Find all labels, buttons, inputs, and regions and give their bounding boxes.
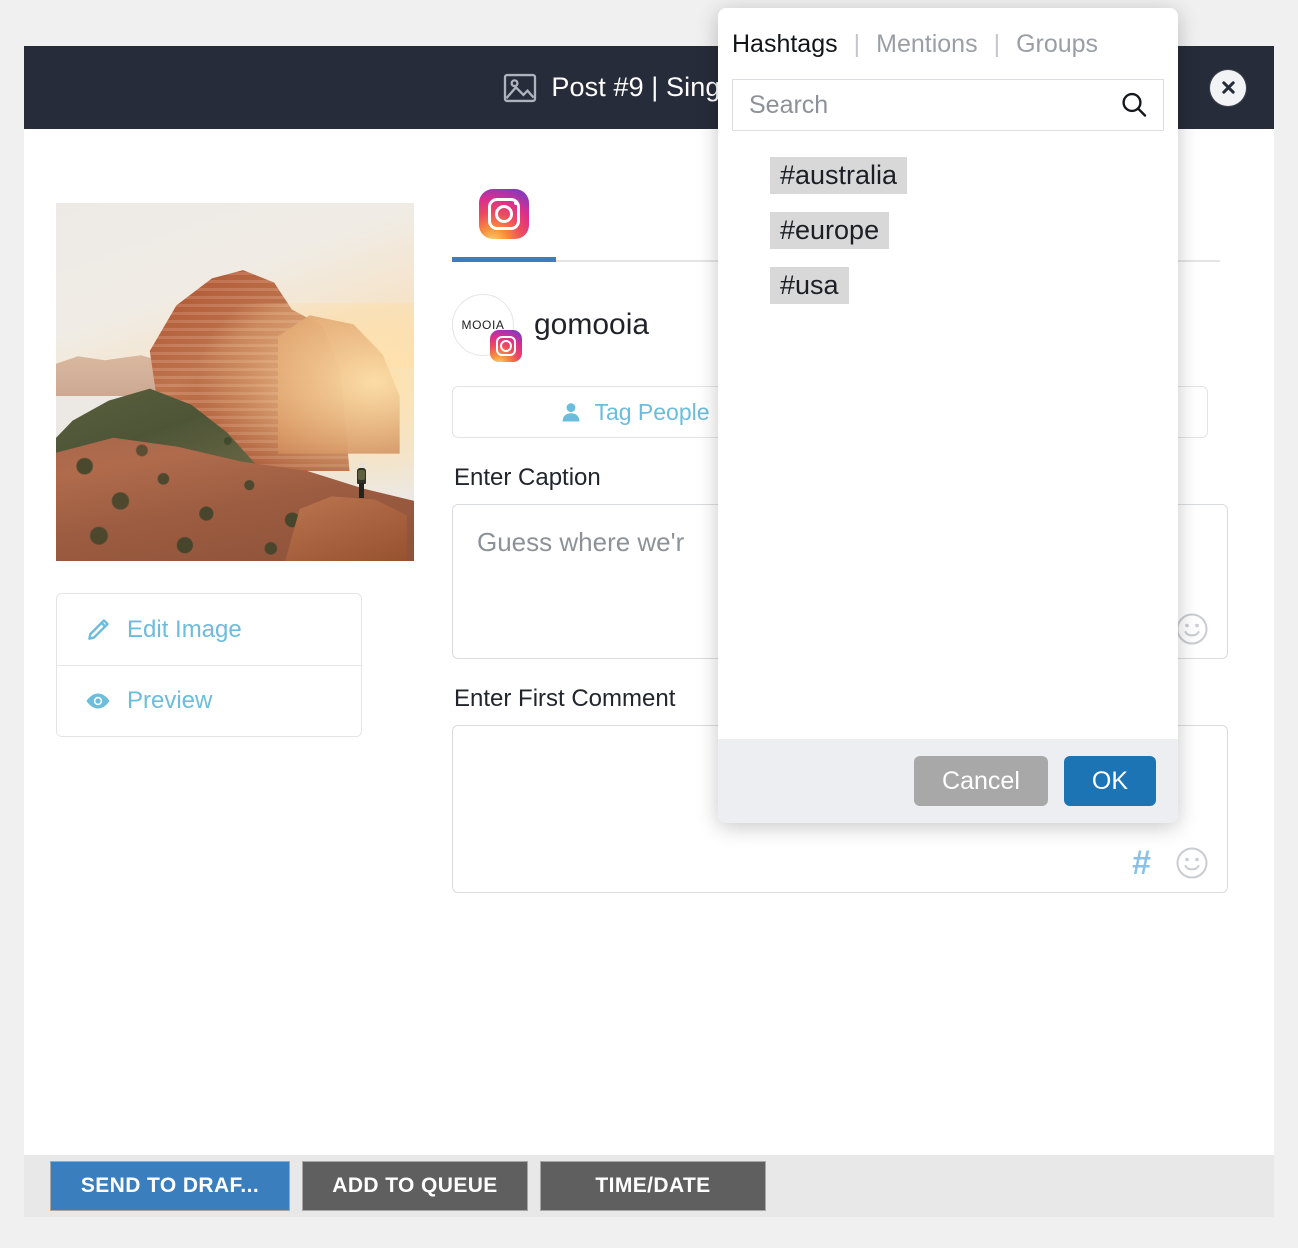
instagram-badge-icon <box>490 330 522 362</box>
preview-label: Preview <box>127 687 213 714</box>
add-to-queue-button[interactable]: ADD TO QUEUE <box>302 1161 528 1211</box>
list-item: #australia <box>770 157 1178 212</box>
avatar: MOOIA <box>452 294 522 362</box>
edit-image-label: Edit Image <box>127 615 242 643</box>
edit-image-button[interactable]: Edit Image <box>57 594 361 665</box>
hashtag-chip[interactable]: #australia <box>770 157 908 194</box>
photo-hiker <box>357 462 367 499</box>
account-username: gomooia <box>534 308 650 341</box>
search-bar <box>732 79 1164 131</box>
list-item: #usa <box>770 267 1178 322</box>
modal-footer: Cancel OK <box>718 739 1178 823</box>
person-icon <box>563 403 580 422</box>
time-date-button[interactable]: TIME/DATE <box>540 1161 766 1211</box>
hashtag-picker-modal: Hashtags | Mentions | Groups #australia … <box>718 8 1178 823</box>
instagram-icon <box>479 189 529 239</box>
eye-icon <box>86 693 110 709</box>
hashtag-chip[interactable]: #europe <box>770 212 890 249</box>
first-comment-field-icons: # <box>1132 846 1209 880</box>
cancel-button[interactable]: Cancel <box>914 756 1048 806</box>
image-icon <box>503 73 537 103</box>
ok-button[interactable]: OK <box>1063 756 1156 806</box>
search-icon[interactable] <box>1119 90 1149 120</box>
tab-separator: | <box>993 30 1001 58</box>
image-actions-group: Edit Image Preview <box>56 593 362 737</box>
tab-groups[interactable]: Groups <box>1016 30 1098 59</box>
hashtag-list: #australia #europe #usa <box>718 131 1178 739</box>
smiley-icon[interactable] <box>1175 612 1209 646</box>
tab-separator: | <box>853 30 861 58</box>
modal-tabs: Hashtags | Mentions | Groups <box>718 8 1178 59</box>
tab-instagram[interactable] <box>452 185 556 262</box>
hashtag-icon[interactable]: # <box>1132 846 1151 880</box>
preview-button[interactable]: Preview <box>57 665 361 736</box>
tab-mentions[interactable]: Mentions <box>876 30 977 59</box>
hashtag-chip[interactable]: #usa <box>770 267 849 304</box>
search-input[interactable] <box>749 90 1119 120</box>
left-pane: Edit Image Preview <box>24 129 444 1155</box>
post-image-thumbnail[interactable] <box>56 203 414 561</box>
smiley-icon[interactable] <box>1175 846 1209 880</box>
close-button[interactable] <box>1210 69 1246 106</box>
tab-hashtags[interactable]: Hashtags <box>732 30 838 59</box>
list-item: #europe <box>770 212 1178 267</box>
pencil-icon <box>88 618 109 640</box>
app-root: Post #9 | Single Ima Edit Image Preview … <box>0 0 1298 1248</box>
send-to-draft-button[interactable]: SEND TO DRAF... <box>50 1161 290 1211</box>
tag-people-label: Tag People <box>594 398 710 425</box>
close-icon <box>1221 81 1235 94</box>
composer-footer: SEND TO DRAF... ADD TO QUEUE TIME/DATE <box>24 1155 1274 1217</box>
